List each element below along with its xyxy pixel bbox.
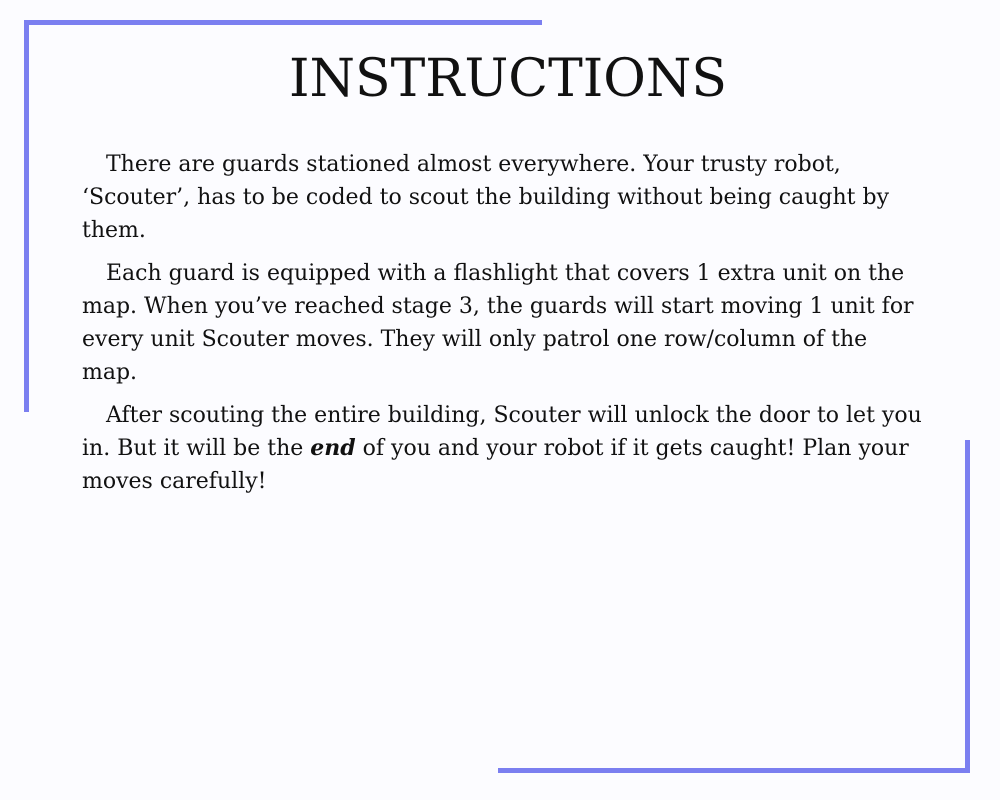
instruction-paragraph-1: There are guards stationed almost everyw… <box>82 152 890 243</box>
instructions-screen: INSTRUCTIONS There are guards stationed … <box>0 0 1000 800</box>
corner-bracket-bottom-horizontal <box>498 768 970 773</box>
instruction-paragraph-3: After scouting the entire building, Scou… <box>82 399 922 498</box>
page-title: INSTRUCTIONS <box>288 49 728 109</box>
instruction-paragraph-2: Each guard is equipped with a flashlight… <box>82 261 914 385</box>
instructions-body: There are guards stationed almost everyw… <box>82 148 922 508</box>
corner-bracket-top-horizontal <box>24 20 542 25</box>
emphasis-end: end <box>310 435 356 461</box>
corner-bracket-bottom-vertical <box>965 440 970 773</box>
